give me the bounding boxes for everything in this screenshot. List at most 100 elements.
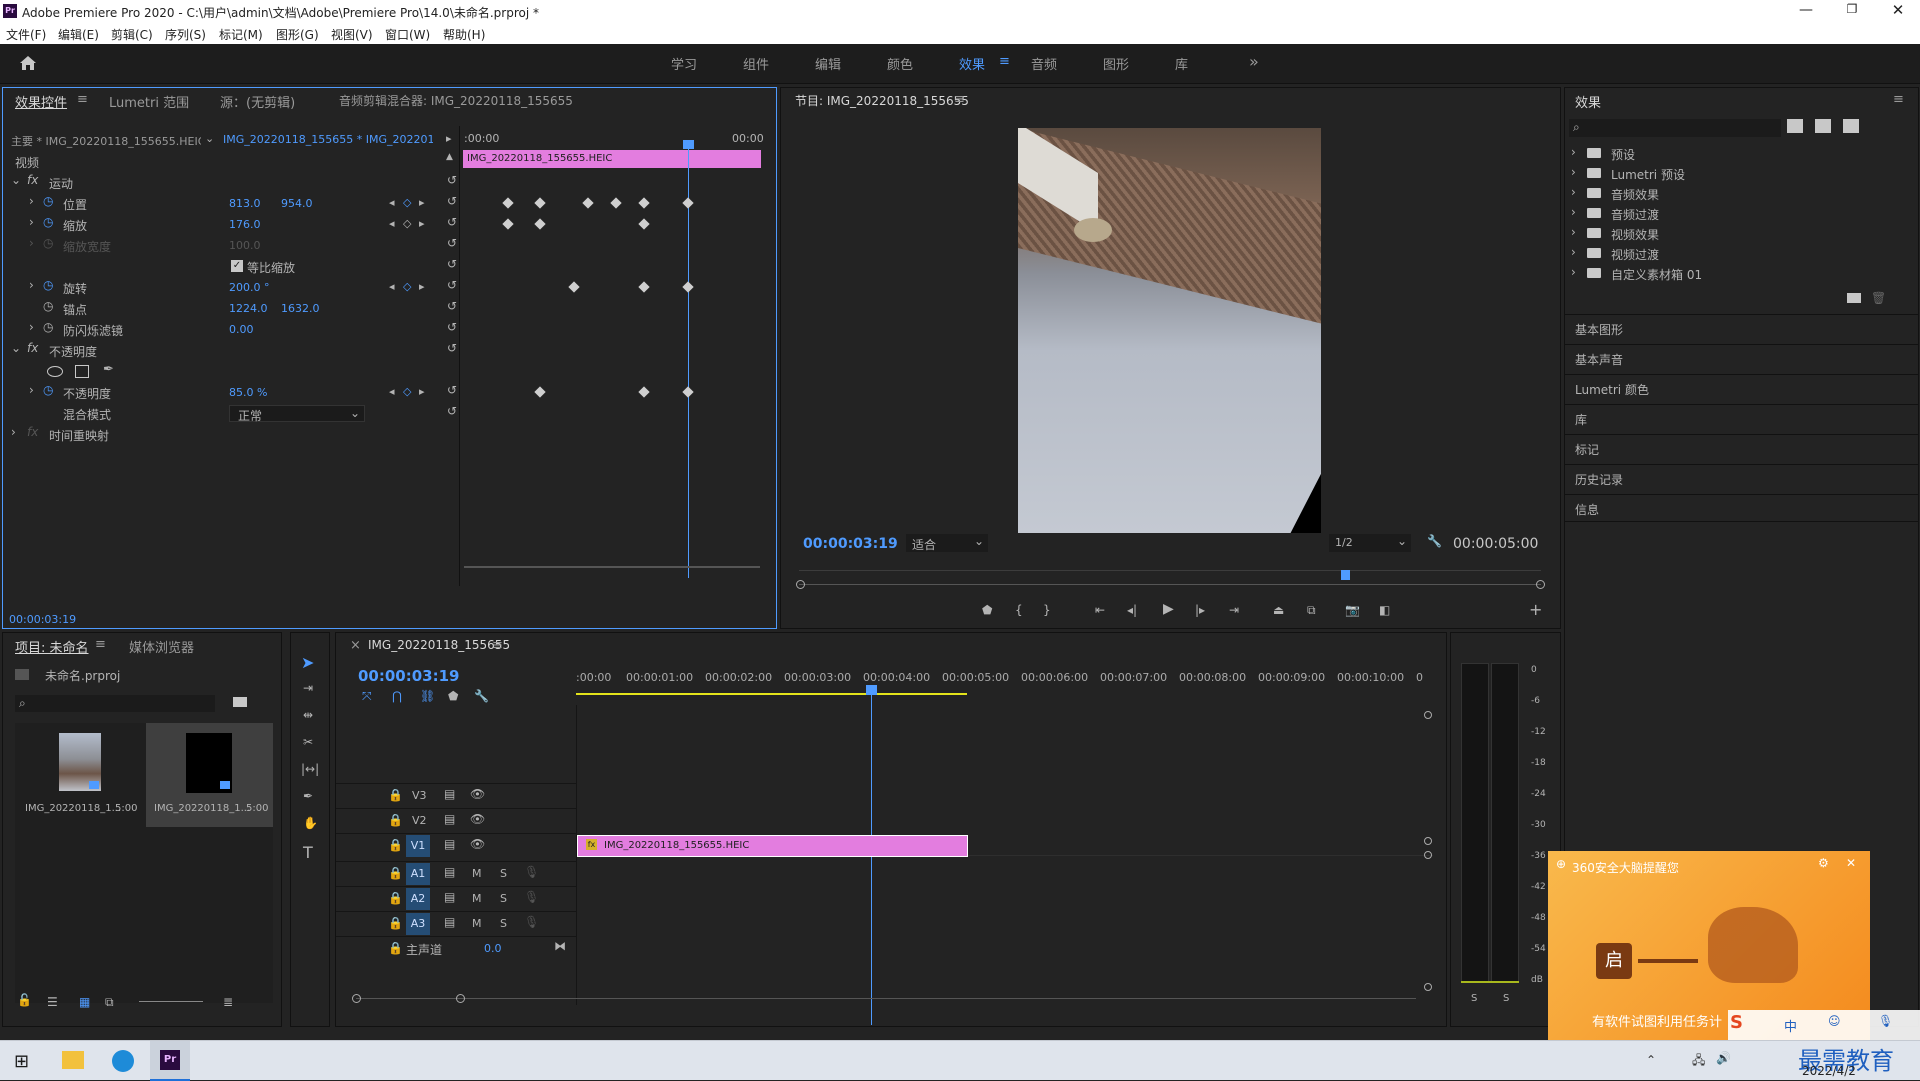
add-marker-icon[interactable]: ⬟ [982, 603, 992, 617]
compare-view-icon[interactable]: ◧ [1379, 603, 1390, 617]
add-button-icon[interactable]: + [1529, 600, 1542, 619]
windows-start-icon[interactable]: ⊞ [14, 1051, 29, 1072]
workspace-edit[interactable]: 编辑 [815, 54, 841, 73]
premiere-taskbar-icon[interactable]: Pr [150, 1041, 190, 1081]
stopwatch-icon[interactable]: ◷ [43, 299, 53, 313]
ec-zoom-scrollbar[interactable] [464, 566, 760, 568]
reset-icon[interactable]: ↺ [447, 383, 457, 397]
workspace-effects[interactable]: 效果 [959, 54, 985, 73]
expand-icon[interactable]: › [29, 278, 34, 292]
sync-lock-icon[interactable]: ▤ [444, 865, 455, 879]
mute-button[interactable]: M [472, 892, 482, 905]
ime-indicator[interactable]: 中 [1784, 1016, 1797, 1035]
track-target-a2[interactable]: A2 [406, 888, 430, 910]
gear-icon[interactable]: ⚙ [1818, 856, 1829, 870]
sync-lock-icon[interactable]: ▤ [444, 837, 455, 851]
icon-view-icon[interactable]: ▦ [79, 995, 90, 1009]
stopwatch-icon[interactable]: ◷ [43, 278, 53, 292]
timeline-vscroll-bottom[interactable] [1424, 983, 1432, 991]
eye-icon[interactable]: 👁 [470, 787, 485, 801]
reset-icon[interactable]: ↺ [447, 341, 457, 355]
volume-icon[interactable]: 🔊 [1716, 1051, 1731, 1065]
solo-button[interactable]: S [500, 917, 507, 930]
tree-item-video-transitions[interactable]: › 视频过渡 [1571, 245, 1891, 263]
tab-menu-icon[interactable]: ≡ [77, 92, 88, 107]
sync-lock-icon[interactable]: ▤ [444, 915, 455, 929]
expand-icon[interactable]: › [1571, 205, 1576, 219]
tree-item-lumetri-presets[interactable]: › Lumetri 预设 [1571, 165, 1891, 183]
track-target-v1[interactable]: V1 [406, 835, 430, 857]
workspace-graphics[interactable]: 图形 [1103, 54, 1129, 73]
opacity-effect-row[interactable]: ⌄ fx 不透明度 ↺ [11, 341, 457, 361]
lock-icon[interactable]: 🔒 [388, 813, 403, 827]
keyframe[interactable] [682, 386, 694, 398]
network-icon[interactable]: 🖧 [1692, 1051, 1705, 1072]
menu-sequence[interactable]: 序列(S) [165, 26, 206, 43]
zoom-bar[interactable] [799, 584, 1541, 585]
go-to-end-icon[interactable]: ⧓ [554, 939, 566, 953]
section-info[interactable]: 信息 [1565, 494, 1918, 522]
meter-solo-button[interactable]: S [1503, 993, 1509, 1004]
expand-icon[interactable]: › [1571, 165, 1576, 179]
keyframe[interactable] [534, 218, 546, 230]
menu-view[interactable]: 视图(V) [331, 26, 373, 43]
reset-icon[interactable]: ↺ [447, 278, 457, 292]
section-essential-graphics[interactable]: 基本图形 [1565, 314, 1918, 342]
keyframe[interactable] [534, 386, 546, 398]
tab-project[interactable]: 项目: 未命名 [15, 637, 89, 656]
chevron-up-icon[interactable]: ⌃ [1646, 1053, 1656, 1067]
tracks-area[interactable]: fx IMG_20220118_155655.HEIC [576, 705, 1433, 1005]
stopwatch-icon[interactable]: ◷ [43, 215, 53, 229]
stopwatch-icon[interactable]: ◷ [43, 383, 53, 397]
track-label[interactable]: V3 [412, 789, 427, 802]
expand-icon[interactable]: › [1571, 245, 1576, 259]
motion-row[interactable]: ⌄ fx 运动 ↺ [11, 173, 457, 193]
workspace-assembly[interactable]: 组件 [743, 54, 769, 73]
section-lumetri-color[interactable]: Lumetri 颜色 [1565, 374, 1918, 402]
mic-icon[interactable]: 🎙 [1878, 1014, 1893, 1028]
keyframe[interactable] [682, 281, 694, 293]
file-explorer-icon[interactable] [62, 1051, 84, 1069]
pen-mask-icon[interactable]: ✒ [103, 362, 114, 377]
menu-window[interactable]: 窗口(W) [385, 26, 430, 43]
go-to-out-icon[interactable]: ⇥ [1229, 603, 1239, 617]
fx-icon[interactable]: fx [27, 173, 38, 187]
tab-media-browser[interactable]: 媒体浏览器 [129, 637, 194, 656]
opacity-value[interactable]: 85.0 % [229, 386, 267, 399]
sort-icon[interactable]: ≣ [223, 995, 233, 1009]
v1-clip[interactable]: fx IMG_20220118_155655.HEIC [577, 835, 968, 857]
blend-mode-select[interactable]: 正常 ⌄ [229, 405, 365, 423]
anchor-y-value[interactable]: 1632.0 [281, 302, 320, 315]
section-history[interactable]: 历史记录 [1565, 464, 1918, 492]
menu-file[interactable]: 文件(F) [6, 26, 46, 43]
keyframe[interactable] [638, 197, 650, 209]
timeline-hscroll-right[interactable] [456, 994, 465, 1003]
program-playhead[interactable] [1341, 570, 1350, 580]
expand-icon[interactable]: › [1571, 265, 1576, 279]
tree-item-audio-transitions[interactable]: › 音频过渡 [1571, 205, 1891, 223]
scroll-up-icon[interactable]: ▲ [446, 152, 453, 162]
expand-icon[interactable]: › [11, 425, 16, 439]
menu-help[interactable]: 帮助(H) [443, 26, 485, 43]
timeline-hscroll[interactable] [356, 998, 1416, 999]
effects-search-input[interactable]: ⌕ [1569, 119, 1781, 137]
solo-button[interactable]: S [500, 892, 507, 905]
more-workspaces-icon[interactable]: » [1249, 52, 1259, 71]
next-keyframe-icon[interactable]: ▸ [419, 196, 425, 209]
new-bin-icon[interactable] [233, 697, 247, 707]
tree-item-video-effects[interactable]: › 视频效果 [1571, 225, 1891, 243]
extract-icon[interactable]: ⧉ [1307, 603, 1316, 618]
accelerated-effects-icon[interactable] [1787, 119, 1803, 133]
keyframe[interactable] [682, 197, 694, 209]
prev-keyframe-icon[interactable]: ◂ [389, 217, 395, 230]
ec-clip-bar[interactable]: IMG_20220118_155655.HEIC [463, 150, 761, 168]
workspace-color[interactable]: 颜色 [887, 54, 913, 73]
tree-item-audio-effects[interactable]: › 音频效果 [1571, 185, 1891, 203]
edge-icon[interactable] [112, 1050, 134, 1072]
list-view-icon[interactable]: ☰ [47, 995, 58, 1009]
pen-tool-icon[interactable]: ✒ [303, 789, 313, 803]
timeline-vscroll-mid1[interactable] [1424, 837, 1432, 845]
maximize-button[interactable]: ❐ [1842, 2, 1862, 20]
panel-menu-icon[interactable]: ≡ [95, 637, 106, 652]
next-keyframe-icon[interactable]: ▸ [419, 217, 425, 230]
